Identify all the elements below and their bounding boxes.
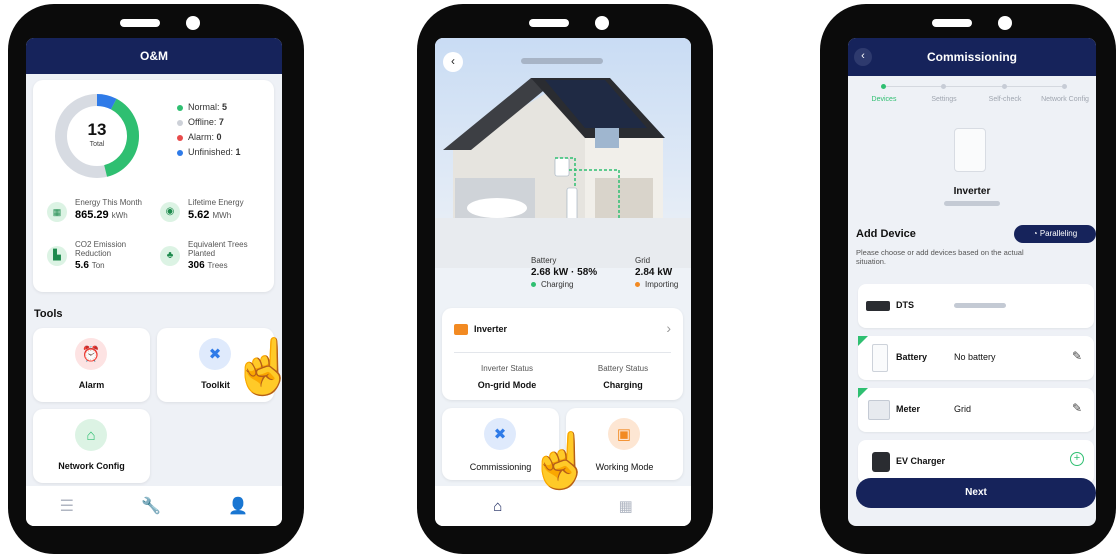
back-button[interactable]: ‹ xyxy=(443,52,463,72)
connected-badge xyxy=(858,336,868,346)
commissioning-screen: Commissioning ‹ Devices Settings Self-ch… xyxy=(848,38,1096,526)
legend-offline: Offline: 7 xyxy=(177,117,269,132)
factory-icon: ▙ xyxy=(47,246,67,266)
device-row-dts[interactable]: DTS xyxy=(858,284,1094,328)
pointing-hand-icon: ☝ xyxy=(527,431,595,491)
dts-device-icon xyxy=(866,301,890,311)
donut-total-label: Total xyxy=(89,141,105,148)
legend-normal: Normal: 5 xyxy=(177,102,269,117)
paralleling-button[interactable]: ◔ Paralleling xyxy=(1014,225,1096,243)
toolkit-tab-icon[interactable]: 🔧 xyxy=(141,496,161,516)
page-title: Commissioning xyxy=(848,38,1096,76)
mode-icon: ▣ xyxy=(608,418,640,450)
device-row-battery[interactable]: Battery No battery ✎ xyxy=(858,336,1094,380)
profile-tab-icon[interactable]: 👤 xyxy=(228,496,248,516)
step-devices-dot xyxy=(881,84,886,89)
bottom-tab-bar: ⌂ ▦ xyxy=(435,486,691,526)
tools-heading: Tools xyxy=(34,308,63,320)
battery-readout: Battery 2.68 kW · 58% Charging xyxy=(531,256,598,289)
plant-name-redacted xyxy=(521,58,603,64)
speaker xyxy=(529,19,569,27)
camera xyxy=(595,16,609,30)
om-screen: O&M 13 Total Normal: 5 Offline: 7 Alarm:… xyxy=(26,38,282,526)
calendar-icon: ▦ xyxy=(47,202,67,222)
add-icon[interactable]: + xyxy=(1070,452,1084,466)
grid-menu-tab-icon[interactable]: ▦ xyxy=(619,497,633,515)
donut-total: 13 xyxy=(87,120,107,139)
home-tab-icon[interactable]: ⌂ xyxy=(493,498,502,515)
inverter-card[interactable]: Inverter › Inverter Status On-grid Mode … xyxy=(442,308,683,400)
alarm-tool-button[interactable]: ⏰ Alarm xyxy=(33,328,150,402)
status-legend: Normal: 5 Offline: 7 Alarm: 0 Unfinished… xyxy=(177,102,269,162)
chevron-right-icon: › xyxy=(666,320,671,336)
step-devices: Devices xyxy=(871,96,897,103)
hint-text: Please choose or add devices based on th… xyxy=(856,248,1024,266)
dts-serial-redacted xyxy=(954,303,1006,308)
network-config-tool-button[interactable]: ⌂ Network Config xyxy=(33,409,150,483)
bottom-tab-bar: ☰ 🔧 👤 xyxy=(26,486,282,526)
legend-unfinished: Unfinished: 1 xyxy=(177,147,269,162)
house-illustration xyxy=(435,38,691,268)
pointing-hand-icon: ☝ xyxy=(230,337,298,397)
tree-icon: ♣ xyxy=(160,246,180,266)
device-row-meter[interactable]: Meter Grid ✎ xyxy=(858,388,1094,432)
step-settings-dot xyxy=(941,84,946,89)
speaker xyxy=(120,19,160,27)
energy-icon: ◉ xyxy=(160,202,180,222)
back-button[interactable]: ‹ xyxy=(854,48,872,66)
phone-frame-om: O&M 13 Total Normal: 5 Offline: 7 Alarm:… xyxy=(8,4,304,554)
legend-alarm: Alarm: 0 xyxy=(177,132,269,147)
speaker xyxy=(932,19,972,27)
overview-card: 13 Total Normal: 5 Offline: 7 Alarm: 0 U… xyxy=(33,80,274,292)
step-network-dot xyxy=(1062,84,1067,89)
wrench-icon: ✖ xyxy=(484,418,516,450)
edit-icon[interactable]: ✎ xyxy=(1072,401,1082,415)
page-title: O&M xyxy=(26,38,282,74)
ev-charger-device-icon xyxy=(872,452,890,472)
add-device-heading: Add Device xyxy=(856,228,916,240)
phone-frame-commissioning: Commissioning ‹ Devices Settings Self-ch… xyxy=(820,4,1116,554)
inverter-device-image xyxy=(954,128,986,172)
list-tab-icon[interactable]: ☰ xyxy=(60,496,74,516)
router-icon: ⌂ xyxy=(75,419,107,451)
inverter-icon xyxy=(454,324,468,335)
grid-readout: Grid 2.84 kW Importing xyxy=(635,256,679,289)
step-network: Network Config xyxy=(1041,96,1089,103)
serial-redacted xyxy=(944,201,1000,206)
step-selfcheck-dot xyxy=(1002,84,1007,89)
step-selfcheck: Self-check xyxy=(988,96,1022,103)
camera xyxy=(998,16,1012,30)
device-name: Inverter xyxy=(953,186,991,197)
wrench-icon: ✖ xyxy=(199,338,231,370)
alarm-icon: ⏰ xyxy=(75,338,107,370)
meter-device-icon xyxy=(868,400,890,420)
next-button[interactable]: Next xyxy=(856,478,1096,508)
connected-badge xyxy=(858,388,868,398)
camera xyxy=(186,16,200,30)
battery-device-icon xyxy=(872,344,888,372)
phone-frame-plant: ‹ Battery 2.68 kW · 58% Charging Grid 2.… xyxy=(417,4,713,554)
edit-icon[interactable]: ✎ xyxy=(1072,349,1082,363)
paralleling-icon: ◔ xyxy=(1032,229,1040,238)
step-settings: Settings xyxy=(931,96,957,103)
